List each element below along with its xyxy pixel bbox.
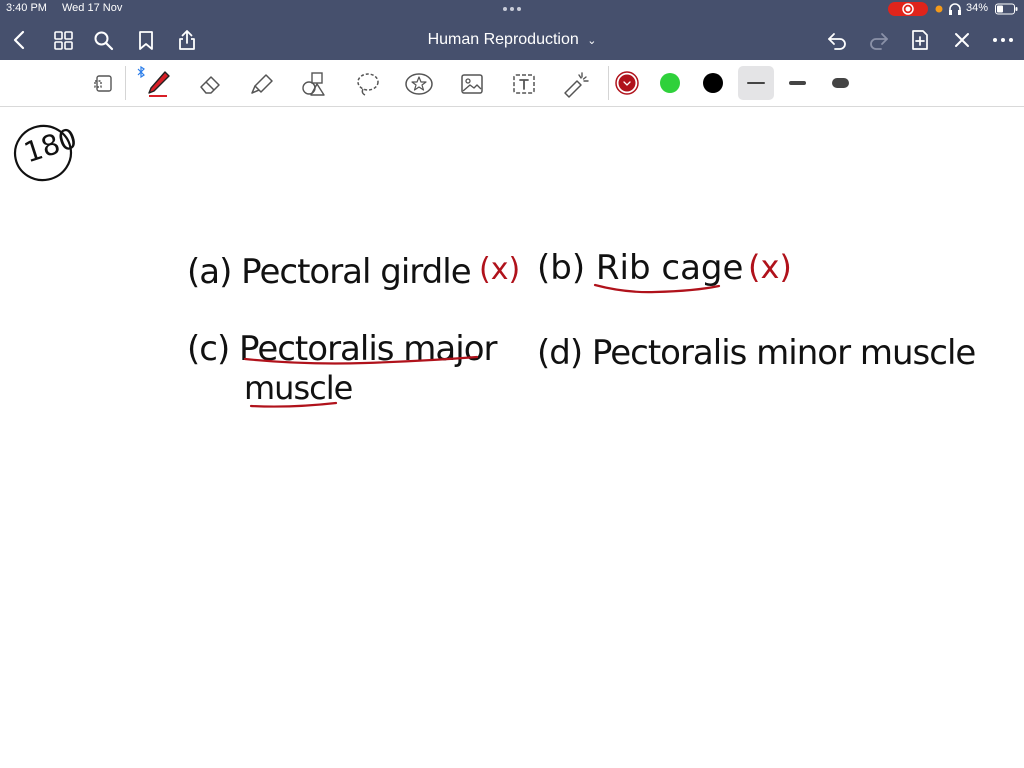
pen-icon[interactable] bbox=[144, 68, 172, 100]
image-icon[interactable] bbox=[458, 71, 486, 97]
status-date: Wed 17 Nov bbox=[62, 2, 123, 14]
chevron-down-icon: ⌄ bbox=[587, 35, 597, 47]
stroke-thin-button[interactable] bbox=[738, 66, 774, 100]
document-title-menu[interactable]: Human Reproduction ⌄ bbox=[400, 31, 624, 49]
note-canvas[interactable]: 180 (a) Pectoral girdle (x) (b) Rib cage… bbox=[0, 107, 1024, 768]
color-swatch-black[interactable] bbox=[701, 71, 725, 95]
close-icon[interactable] bbox=[950, 28, 974, 52]
toolbar-divider bbox=[608, 66, 609, 100]
battery-percent: 34% bbox=[966, 2, 989, 14]
redo-icon[interactable] bbox=[867, 28, 891, 52]
stroke-thick-button[interactable] bbox=[827, 71, 855, 95]
search-icon[interactable] bbox=[91, 28, 115, 52]
option-a: (a) Pectoral girdle bbox=[187, 252, 472, 292]
status-time: 3:40 PM bbox=[6, 2, 47, 14]
laser-pointer-icon[interactable] bbox=[561, 69, 591, 99]
undo-icon[interactable] bbox=[825, 28, 849, 52]
top-navigation-bar: 3:40 PM Wed 17 Nov 34% Human Reproductio… bbox=[0, 0, 1024, 60]
toolbar-divider bbox=[125, 66, 126, 100]
orange-dot-icon bbox=[934, 4, 944, 14]
eraser-icon[interactable] bbox=[196, 71, 224, 97]
back-icon[interactable] bbox=[8, 28, 32, 52]
highlighter-icon[interactable] bbox=[248, 71, 276, 97]
option-c-line2-underline bbox=[248, 399, 340, 411]
headphones-icon bbox=[946, 3, 964, 15]
multitasking-dots-icon[interactable] bbox=[500, 4, 524, 14]
sticker-icon[interactable] bbox=[404, 70, 434, 98]
bookmark-icon[interactable] bbox=[134, 28, 158, 52]
option-a-wrong-mark: (x) bbox=[479, 252, 521, 287]
lasso-icon[interactable] bbox=[354, 70, 382, 98]
option-c-underline bbox=[242, 351, 482, 369]
color-swatch-red[interactable] bbox=[615, 71, 639, 95]
shapes-icon[interactable] bbox=[300, 70, 328, 98]
share-icon[interactable] bbox=[175, 28, 199, 52]
screen-recording-icon[interactable] bbox=[888, 2, 928, 16]
option-b-underline bbox=[592, 281, 722, 297]
add-page-icon[interactable] bbox=[908, 28, 932, 52]
document-title: Human Reproduction bbox=[427, 31, 579, 48]
option-d: (d) Pectoralis minor muscle bbox=[537, 333, 976, 373]
lasso-page-icon[interactable] bbox=[91, 71, 117, 95]
battery-icon bbox=[995, 3, 1019, 15]
more-icon[interactable] bbox=[990, 28, 1016, 52]
color-swatch-green[interactable] bbox=[658, 71, 682, 95]
stroke-medium-button[interactable] bbox=[784, 71, 812, 95]
grid-icon[interactable] bbox=[51, 28, 75, 52]
option-b-wrong-mark: (x) bbox=[748, 248, 792, 286]
text-icon[interactable] bbox=[510, 71, 538, 97]
drawing-toolbar bbox=[0, 60, 1024, 107]
